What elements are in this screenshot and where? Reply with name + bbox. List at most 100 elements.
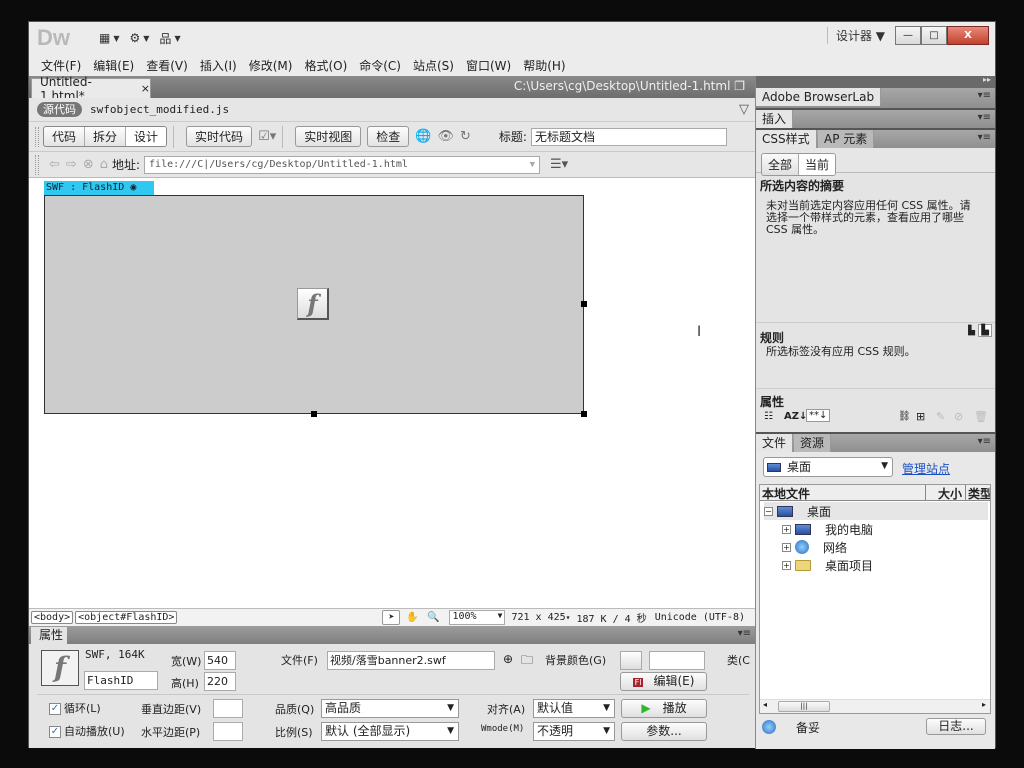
address-input[interactable]: file:///C|/Users/cg/Desktop/Untitled-1.h… [144, 155, 541, 174]
hspace-input[interactable] [213, 722, 243, 741]
css-styles-tab[interactable]: CSS样式 [756, 130, 817, 148]
edit-button[interactable]: Fl 编辑(E) [620, 672, 707, 691]
live-view-button[interactable]: 实时视图 [295, 126, 362, 147]
browser-compat-check-icon[interactable]: ☑▾ [258, 129, 276, 144]
log-button[interactable]: 日志... [926, 718, 986, 735]
window-size[interactable]: 721 x 425 [511, 612, 565, 623]
related-file-link[interactable]: swfobject_modified.js [90, 103, 229, 116]
select-tool-icon[interactable]: ➤ [382, 610, 401, 625]
files-tab[interactable]: 文件 [756, 434, 794, 452]
close-button[interactable]: X [947, 26, 989, 45]
workspace-switcher[interactable]: 设计器 ▼ [826, 27, 885, 44]
col-local-files[interactable]: 本地文件 [760, 485, 926, 501]
insert-tab[interactable]: 插入 [756, 110, 794, 128]
source-code-button[interactable]: 源代码 [37, 102, 82, 117]
menu-insert[interactable]: 插入(I) [200, 57, 237, 74]
menu-edit[interactable]: 编辑(E) [93, 57, 134, 74]
browse-options-icon[interactable]: ☰▾ [550, 157, 568, 172]
panel-menu-icon[interactable]: ▾≡ [978, 90, 991, 101]
col-size[interactable]: 大小 [926, 485, 966, 501]
panel-menu-icon[interactable]: ▾≡ [978, 132, 991, 143]
menu-modify[interactable]: 修改(M) [249, 57, 293, 74]
live-code-button[interactable]: 实时代码 [186, 126, 253, 147]
visual-aids-eye-icon[interactable]: 👁 [437, 129, 454, 144]
alpha-view-icon[interactable]: AZ↓ [784, 411, 807, 422]
category-view-icon[interactable]: ☷ [764, 411, 773, 422]
forward-icon[interactable]: ⇨ [66, 157, 77, 172]
set-properties-icon[interactable]: **↓ [806, 409, 831, 422]
code-view-button[interactable]: 代码 [44, 127, 86, 146]
hand-tool-icon[interactable]: ✋ [403, 610, 421, 625]
minimize-button[interactable]: — [895, 26, 921, 45]
col-type[interactable]: 类型 [966, 485, 990, 500]
site-location-select[interactable]: 桌面 ▼ [763, 457, 893, 477]
home-icon[interactable]: ⌂ [100, 157, 108, 172]
resize-handle-corner[interactable] [581, 411, 587, 417]
parameters-button[interactable]: 参数... [621, 722, 707, 741]
menu-file[interactable]: 文件(F) [41, 57, 81, 74]
tag-selector-object[interactable]: <object#FlashID> [75, 611, 178, 624]
restore-doc-icon[interactable]: ❐ [734, 79, 745, 93]
menu-help[interactable]: 帮助(H) [523, 57, 565, 74]
about-view-icon[interactable]: ▙ [978, 324, 992, 337]
extend-menu-button[interactable]: ⚙ ▼ [130, 31, 150, 45]
height-input[interactable]: 220 [204, 672, 236, 691]
browse-folder-icon[interactable]: 🗀 [521, 651, 533, 672]
autoplay-checkbox[interactable]: ✓ 自动播放(U) [49, 723, 125, 739]
css-all-button[interactable]: 全部 [762, 154, 800, 175]
address-grip[interactable] [35, 154, 39, 175]
document-tab[interactable]: Untitled-1.html* × [31, 75, 151, 103]
tag-selector-body[interactable]: <body> [31, 611, 74, 624]
horizontal-scrollbar[interactable]: ◂ ||| ▸ [760, 699, 990, 713]
swf-placeholder[interactable]: f [44, 195, 587, 417]
menu-view[interactable]: 查看(V) [146, 57, 188, 74]
play-button[interactable]: ▶ 播放 [621, 699, 707, 718]
assets-tab[interactable]: 资源 [794, 434, 832, 452]
cascade-view-icon[interactable]: ▙ [968, 326, 975, 336]
tree-item-my-computer[interactable]: + 我的电脑 [782, 520, 873, 538]
site-menu-button[interactable]: 品 ▼ [159, 30, 180, 47]
manage-sites-link[interactable]: 管理站点 [902, 460, 950, 477]
menu-format[interactable]: 格式(O) [304, 57, 347, 74]
zoom-select[interactable]: 100% ▼ [449, 610, 506, 625]
back-icon[interactable]: ⇦ [49, 157, 60, 172]
resize-handle-right[interactable] [581, 301, 587, 307]
document-title-input[interactable]: 无标题文档 [530, 127, 727, 146]
vspace-input[interactable] [213, 699, 243, 718]
split-view-button[interactable]: 拆分 [85, 127, 127, 146]
stop-icon[interactable]: ⊗ [83, 157, 94, 172]
design-view-button[interactable]: 设计 [126, 127, 167, 146]
width-input[interactable]: 540 [204, 651, 236, 670]
swf-tag-label[interactable]: SWF : FlashID ◉ [44, 181, 154, 195]
inspect-button[interactable]: 检查 [367, 126, 410, 147]
loop-checkbox[interactable]: ✓ 循环(L) [49, 700, 101, 716]
new-rule-icon[interactable]: ⊞ [916, 410, 925, 423]
tree-item-desktop[interactable]: − 桌面 [764, 502, 988, 520]
preview-globe-icon[interactable]: 🌐 [415, 129, 431, 144]
panel-menu-icon[interactable]: ▾≡ [738, 628, 751, 639]
menu-site[interactable]: 站点(S) [413, 57, 454, 74]
scale-select[interactable]: 默认 (全部显示) ▼ [321, 722, 459, 741]
css-current-button[interactable]: 当前 [799, 154, 836, 175]
point-to-file-icon[interactable]: ⊕ [503, 652, 513, 666]
layout-menu-button[interactable]: ▦ ▼ [99, 31, 120, 45]
attach-stylesheet-icon[interactable]: ⛓ [898, 411, 911, 422]
tree-item-network[interactable]: + 网络 [782, 538, 847, 556]
filter-icon[interactable]: ▽ [739, 102, 749, 117]
collapse-icon[interactable]: ▸▸ [983, 75, 991, 84]
bgcolor-swatch[interactable] [620, 651, 642, 670]
zoom-tool-icon[interactable]: 🔍 [424, 610, 442, 625]
close-tab-icon[interactable]: × [141, 82, 150, 95]
menu-commands[interactable]: 命令(C) [359, 57, 401, 74]
properties-tab[interactable]: 属性 [31, 627, 67, 644]
bgcolor-input[interactable] [649, 651, 705, 670]
refresh-icon[interactable]: ↻ [460, 129, 471, 144]
design-canvas[interactable]: SWF : FlashID ◉ f I [29, 178, 755, 608]
align-select[interactable]: 默认值 ▼ [533, 699, 615, 718]
resize-handle-bottom[interactable] [311, 411, 317, 417]
panel-menu-icon[interactable]: ▾≡ [978, 112, 991, 123]
panel-menu-icon[interactable]: ▾≡ [978, 436, 991, 447]
menu-window[interactable]: 窗口(W) [466, 57, 511, 74]
browserlab-tab[interactable]: Adobe BrowserLab [756, 88, 882, 106]
ap-elements-tab[interactable]: AP 元素 [818, 130, 875, 148]
